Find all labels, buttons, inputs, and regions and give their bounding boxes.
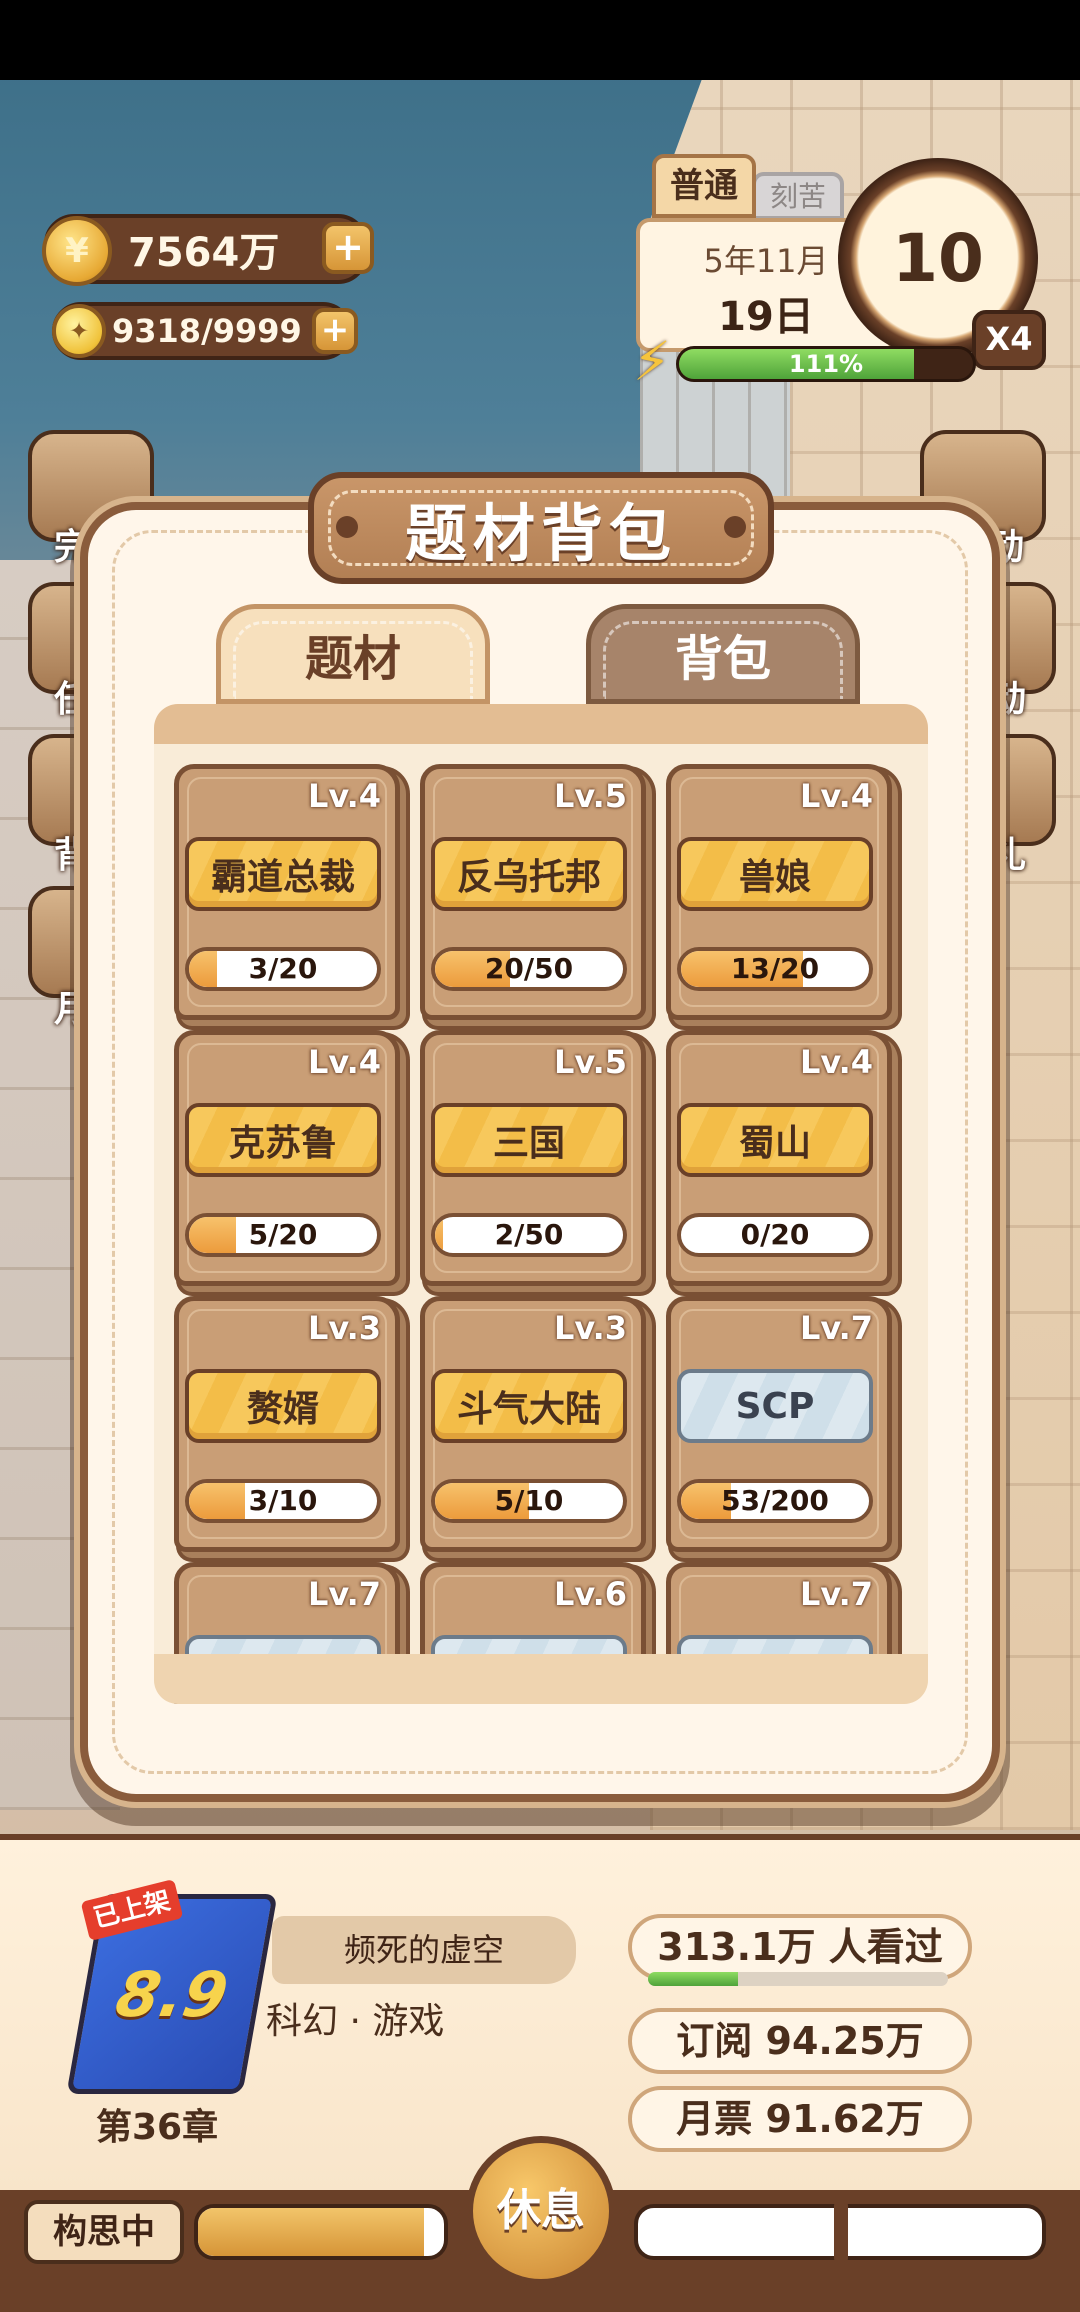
genre-card[interactable]: Lv.4 兽娘 13/20 bbox=[666, 764, 892, 1020]
genre-name: 蜀山 bbox=[677, 1103, 873, 1177]
views-progress-fill bbox=[648, 1972, 738, 1986]
energy-counter: ✦ 9318/9999 + bbox=[52, 302, 358, 360]
genre-progress-text: 5/20 bbox=[248, 1218, 318, 1251]
plaque-rivet-left bbox=[336, 516, 358, 538]
book-genre: 科幻 · 游戏 bbox=[266, 2001, 445, 2042]
genre-card[interactable]: Lv.5 反乌托邦 20/50 bbox=[420, 764, 646, 1020]
genre-level: Lv.7 bbox=[799, 1309, 873, 1347]
system-status-bar bbox=[0, 0, 1080, 80]
speed-multiplier-button[interactable]: X4 bbox=[972, 310, 1046, 370]
genre-level: Lv.4 bbox=[307, 777, 381, 815]
tab-genres[interactable]: 题材 bbox=[216, 604, 490, 704]
book-title: 频死的虚空 bbox=[272, 1916, 576, 1984]
lightbulb-icon: ✦ bbox=[52, 304, 106, 358]
genre-name: 斗气大陆 bbox=[431, 1369, 627, 1443]
plaque-rivet-right bbox=[724, 516, 746, 538]
genre-name: 克苏鲁 bbox=[185, 1103, 381, 1177]
stamina-percent: 111% bbox=[788, 350, 864, 378]
genre-progress-text: 3/20 bbox=[248, 952, 318, 985]
genre-card[interactable]: Lv.5 三国 2/50 bbox=[420, 1030, 646, 1286]
book-score: 8.9 bbox=[110, 1957, 234, 2031]
tab-backpack-label: 背包 bbox=[674, 631, 771, 687]
views-text: 313.1万 人看过 bbox=[657, 1925, 943, 1969]
genre-name: 反乌托邦 bbox=[431, 837, 627, 911]
tab-hard-mode[interactable]: 刻苦 bbox=[752, 172, 844, 220]
genre-progress-bar: 5/10 bbox=[431, 1479, 627, 1523]
genre-name: 赘婿 bbox=[185, 1369, 381, 1443]
genre-progress-bar: 3/10 bbox=[185, 1479, 381, 1523]
genre-name: 兽娘 bbox=[677, 837, 873, 911]
genre-progress-text: 0/20 bbox=[740, 1218, 810, 1251]
genre-name: 三国 bbox=[431, 1103, 627, 1177]
genre-card[interactable]: Lv.4 蜀山 0/20 bbox=[666, 1030, 892, 1286]
stamina-bar: 111% bbox=[676, 346, 976, 382]
genre-name: SCP bbox=[677, 1369, 873, 1443]
genre-level: Lv.4 bbox=[799, 777, 873, 815]
genre-card[interactable]: Lv.7 SCP 53/200 bbox=[666, 1296, 892, 1552]
lightning-icon: ⚡ bbox=[633, 330, 671, 393]
add-energy-button[interactable]: + bbox=[312, 308, 358, 354]
brainstorm-progress-fill bbox=[198, 2208, 425, 2256]
tab-genres-label: 题材 bbox=[304, 631, 401, 687]
brainstorm-label: 构思中 bbox=[24, 2200, 184, 2264]
genre-name: 霸道总裁 bbox=[185, 837, 381, 911]
tab-normal-mode[interactable]: 普通 bbox=[652, 154, 756, 218]
add-coins-button[interactable]: + bbox=[322, 222, 374, 274]
genre-progress-bar: 20/50 bbox=[431, 947, 627, 991]
brainstorm-progress bbox=[194, 2204, 448, 2260]
genre-progress-bar: 5/20 bbox=[185, 1213, 381, 1257]
genre-list-footer bbox=[154, 1654, 928, 1704]
writing-progress bbox=[634, 2200, 1046, 2264]
genre-level: Lv.4 bbox=[307, 1043, 381, 1081]
genre-list[interactable]: Lv.4 霸道总裁 3/20 Lv.5 反乌托邦 20/50 Lv.4 兽娘 13/20 Lv.4… bbox=[154, 704, 928, 1704]
genre-progress-text: 3/10 bbox=[248, 1484, 318, 1517]
writing-progress-marker bbox=[834, 2200, 848, 2264]
genre-progress-text: 20/50 bbox=[484, 952, 574, 985]
views-stat: 313.1万 人看过 bbox=[628, 1914, 972, 1980]
views-progress bbox=[648, 1972, 948, 1986]
genre-progress-bar: 0/20 bbox=[677, 1213, 873, 1257]
monthly-tickets-stat: 月票 91.62万 bbox=[628, 2086, 972, 2152]
genre-card[interactable]: Lv.4 克苏鲁 5/20 bbox=[174, 1030, 400, 1286]
energy-amount: 9318/9999 bbox=[112, 312, 302, 350]
genre-progress-bar: 2/50 bbox=[431, 1213, 627, 1257]
genre-progress-bar: 53/200 bbox=[677, 1479, 873, 1523]
genre-list-header bbox=[154, 704, 928, 744]
coin-icon: ¥ bbox=[42, 216, 112, 286]
genre-level: Lv.3 bbox=[307, 1309, 381, 1347]
genre-level: Lv.3 bbox=[553, 1309, 627, 1347]
genre-level: Lv.7 bbox=[307, 1575, 381, 1613]
genre-card[interactable]: Lv.3 斗气大陆 5/10 bbox=[420, 1296, 646, 1552]
modal-title: 题材背包 bbox=[308, 472, 774, 584]
genre-progress-bar: 3/20 bbox=[185, 947, 381, 991]
genre-level: Lv.7 bbox=[799, 1575, 873, 1613]
book-chapter: 第36章 bbox=[96, 2107, 219, 2148]
rest-button[interactable]: 休息 bbox=[466, 2136, 616, 2286]
genre-level: Lv.5 bbox=[553, 1043, 627, 1081]
clock-hour: 10 bbox=[892, 219, 984, 297]
genre-progress-text: 2/50 bbox=[494, 1218, 564, 1251]
subscriptions-stat: 订阅 94.25万 bbox=[628, 2008, 972, 2074]
genre-level: Lv.5 bbox=[553, 777, 627, 815]
genre-card[interactable]: Lv.4 霸道总裁 3/20 bbox=[174, 764, 400, 1020]
genre-card[interactable]: Lv.3 赘婿 3/10 bbox=[174, 1296, 400, 1552]
genre-progress-text: 53/200 bbox=[721, 1484, 829, 1517]
coin-counter: ¥ 7564万 + bbox=[42, 214, 374, 286]
tab-backpack[interactable]: 背包 bbox=[586, 604, 860, 704]
genre-level: Lv.4 bbox=[799, 1043, 873, 1081]
genre-level: Lv.6 bbox=[553, 1575, 627, 1613]
coin-amount: 7564万 bbox=[128, 230, 280, 276]
genre-progress-bar: 13/20 bbox=[677, 947, 873, 991]
modal-title-text: 题材背包 bbox=[404, 497, 677, 570]
genre-progress-text: 13/20 bbox=[730, 952, 820, 985]
genre-progress-text: 5/10 bbox=[494, 1484, 564, 1517]
